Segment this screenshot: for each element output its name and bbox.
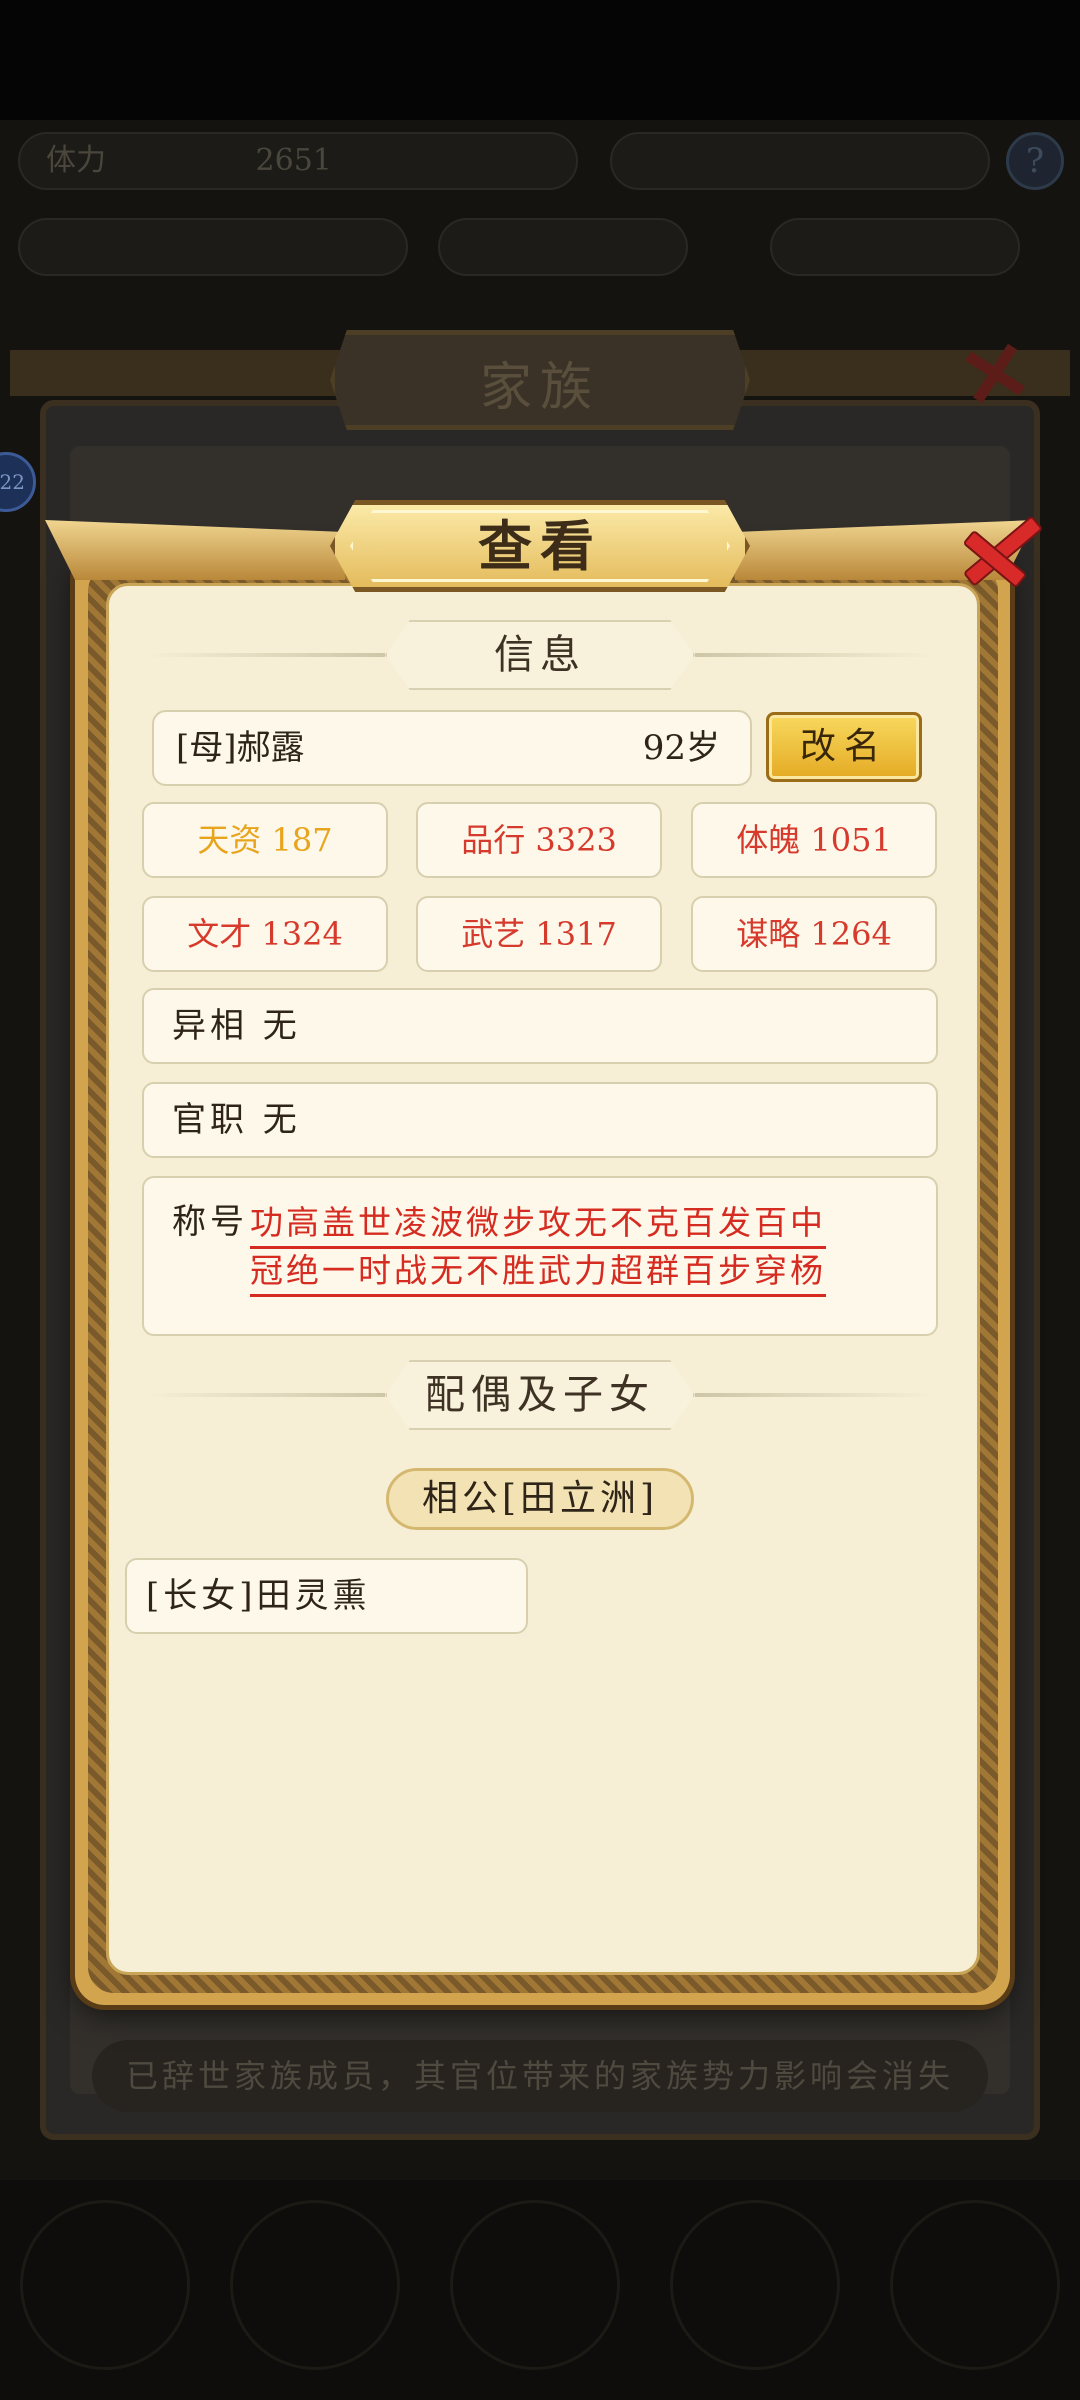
resource-bar-4 bbox=[438, 218, 688, 276]
resource-bar-1: 体力 2651 bbox=[18, 132, 578, 190]
stat-conduct: 品行 3323 bbox=[416, 802, 662, 878]
resource-bar-2 bbox=[610, 132, 990, 190]
divider-line bbox=[145, 653, 385, 657]
question-icon: ? bbox=[1006, 132, 1064, 190]
honorific-line-2: 冠绝一时战无不胜武力超群百步穿杨 bbox=[250, 1244, 826, 1297]
official-post-text: 官职 无 bbox=[172, 1100, 301, 1140]
member-name: [母]郝露 bbox=[176, 728, 305, 768]
stat-physique: 体魄 1051 bbox=[691, 802, 937, 878]
divider-line bbox=[695, 1393, 935, 1397]
spouse-name: 相公[田立洲] bbox=[421, 1478, 659, 1519]
honorific-label: 称号 bbox=[172, 1202, 248, 1242]
family-footer-note: 已辞世家族成员，其官位带来的家族势力影响会消失 bbox=[92, 2040, 988, 2112]
stat-literary: 文才 1324 bbox=[142, 896, 388, 972]
appearance-text: 异相 无 bbox=[172, 1006, 301, 1046]
resource-value: 2651 bbox=[255, 143, 332, 178]
honorific-line-1: 功高盖世凌波微步攻无不克百发百中 bbox=[250, 1196, 826, 1249]
stat-martial: 武艺 1317 bbox=[416, 896, 662, 972]
family-panel-wing-left bbox=[10, 350, 340, 396]
resource-label: 体力 bbox=[46, 143, 106, 178]
resource-bar-3 bbox=[18, 218, 408, 276]
bottom-nav-icon bbox=[890, 2200, 1060, 2370]
rename-button-label: 改名 bbox=[799, 726, 888, 767]
family-panel-title: 家族 bbox=[479, 358, 600, 418]
stat-talent: 天资 187 bbox=[142, 802, 388, 878]
close-button[interactable] bbox=[950, 500, 1050, 600]
status-bar-area bbox=[0, 0, 1080, 120]
bottom-nav-icon bbox=[670, 2200, 840, 2370]
child-name: [长女]田灵熏 bbox=[146, 1576, 371, 1616]
family-section-header: 配偶及子女 bbox=[145, 1360, 935, 1430]
info-header-label: 信息 bbox=[494, 632, 586, 678]
bottom-nav-icon bbox=[20, 2200, 190, 2370]
divider-line bbox=[145, 1393, 385, 1397]
bottom-nav-icon bbox=[230, 2200, 400, 2370]
info-section-header: 信息 bbox=[145, 620, 935, 690]
stat-strategy: 谋略 1264 bbox=[691, 896, 937, 972]
family-close-icon: ✕ bbox=[950, 318, 1041, 431]
resource-bar-5 bbox=[770, 218, 1020, 276]
divider-line bbox=[695, 653, 935, 657]
bottom-nav-icon bbox=[450, 2200, 620, 2370]
dialog-title: 查看 bbox=[478, 514, 602, 578]
family-header-label: 配偶及子女 bbox=[425, 1372, 655, 1418]
member-age: 92岁 bbox=[642, 728, 720, 768]
